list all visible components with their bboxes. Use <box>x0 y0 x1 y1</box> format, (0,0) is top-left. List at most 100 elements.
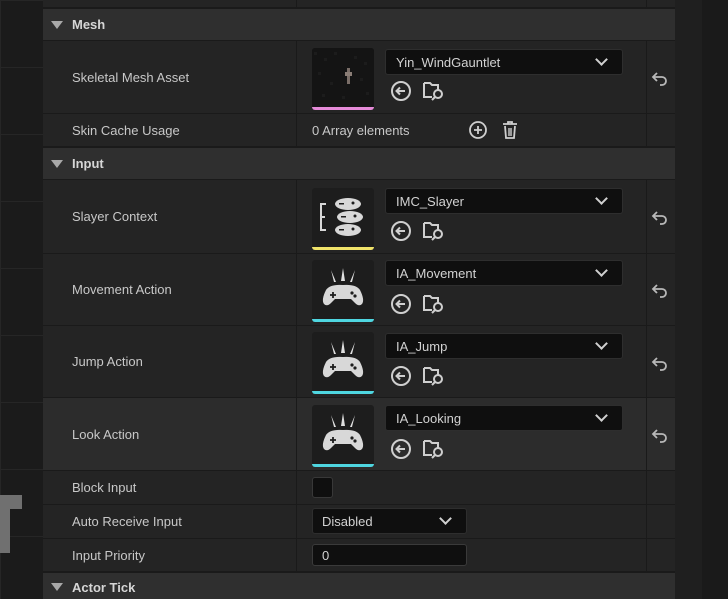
details-scrollbar-area <box>675 0 728 599</box>
reset-arrow-icon[interactable] <box>651 354 669 372</box>
column-divider <box>296 471 297 504</box>
chevron-down-icon <box>595 337 608 350</box>
section-header-input[interactable]: Input <box>43 147 675 180</box>
asset-dropdown[interactable]: IA_Looking <box>385 405 623 431</box>
folder-search-icon <box>423 295 443 314</box>
property-row-block-input: Block Input <box>43 471 675 505</box>
details-panel: Mesh Skeletal Mesh Asset Yin_WindGauntle… <box>43 0 675 599</box>
asset-name: IA_Movement <box>396 265 477 281</box>
property-label: Movement Action <box>72 282 172 297</box>
asset-thumbnail[interactable] <box>312 188 374 250</box>
column-divider-reset <box>646 114 647 146</box>
input-priority-field[interactable]: 0 <box>312 544 467 566</box>
plus-circle-icon <box>469 121 487 139</box>
asset-dropdown[interactable]: IA_Jump <box>385 333 623 359</box>
use-selected-button[interactable] <box>390 293 412 315</box>
property-label: Slayer Context <box>72 209 158 224</box>
property-row-slayer-context: Slayer Context IMC_Slayer <box>43 180 675 254</box>
viewport-object <box>0 495 10 553</box>
arrow-left-circle-icon <box>391 439 411 459</box>
mesh-preview-icon <box>312 48 374 110</box>
column-divider <box>296 505 297 538</box>
browse-button[interactable] <box>422 220 444 242</box>
input-action-icon <box>322 413 364 451</box>
chevron-down-icon <box>595 409 608 422</box>
property-label: Skeletal Mesh Asset <box>72 69 190 85</box>
collapse-triangle-icon[interactable] <box>51 159 63 168</box>
column-divider-reset <box>646 326 647 397</box>
asset-type-bar <box>312 319 374 322</box>
arrow-left-circle-icon <box>391 294 411 314</box>
asset-name: IA_Looking <box>396 410 462 426</box>
property-label: Jump Action <box>72 354 143 369</box>
property-label: Look Action <box>72 426 140 442</box>
property-row-auto-receive-input: Auto Receive Input Disabled <box>43 505 675 539</box>
property-row-jump-action: Jump Action IA_Jump <box>43 326 675 398</box>
asset-thumbnail[interactable] <box>312 260 374 322</box>
folder-search-icon <box>423 82 443 101</box>
asset-type-bar <box>312 107 374 110</box>
column-divider-reset <box>646 539 647 571</box>
column-divider-reset <box>646 471 647 504</box>
use-selected-button[interactable] <box>390 80 412 102</box>
folder-search-icon <box>423 367 443 386</box>
column-divider <box>296 41 297 113</box>
chevron-down-icon <box>595 264 608 277</box>
use-selected-button[interactable] <box>390 438 412 460</box>
column-divider-reset <box>646 505 647 538</box>
collapse-triangle-icon[interactable] <box>51 20 63 29</box>
viewport-object-top <box>10 495 22 509</box>
asset-dropdown[interactable]: IA_Movement <box>385 260 623 286</box>
section-title: Actor Tick <box>72 579 136 595</box>
chevron-down-icon <box>595 53 608 66</box>
column-divider-reset <box>646 254 647 325</box>
arrow-left-circle-icon <box>391 221 411 241</box>
column-divider <box>296 254 297 325</box>
asset-thumbnail[interactable] <box>312 332 374 394</box>
reset-arrow-icon[interactable] <box>651 281 669 299</box>
select-value: Disabled <box>322 513 373 529</box>
input-priority-value: 0 <box>322 547 330 563</box>
viewport-background <box>0 0 43 599</box>
asset-thumbnail[interactable] <box>312 405 374 467</box>
asset-dropdown[interactable]: Yin_WindGauntlet <box>385 49 623 75</box>
use-selected-button[interactable] <box>390 365 412 387</box>
asset-dropdown[interactable]: IMC_Slayer <box>385 188 623 214</box>
property-row-look-action: Look Action IA_Looking <box>43 398 675 471</box>
arrow-left-circle-icon <box>391 366 411 386</box>
reset-arrow-icon[interactable] <box>651 426 669 444</box>
browse-button[interactable] <box>422 438 444 460</box>
asset-type-bar <box>312 464 374 467</box>
column-divider <box>296 0 297 7</box>
block-input-checkbox[interactable] <box>312 477 333 498</box>
trash-icon <box>503 121 517 139</box>
column-divider <box>296 539 297 571</box>
asset-thumbnail[interactable] <box>312 48 374 110</box>
property-row-skeletal-mesh-asset: Skeletal Mesh Asset Yin_WindGauntlet <box>43 41 675 114</box>
asset-name: IA_Jump <box>396 338 448 354</box>
asset-name: IMC_Slayer <box>396 193 464 209</box>
property-label: Block Input <box>72 480 137 495</box>
use-selected-button[interactable] <box>390 220 412 242</box>
auto-receive-input-select[interactable]: Disabled <box>312 508 467 534</box>
clear-elements-button[interactable] <box>499 119 521 141</box>
arrow-left-circle-icon <box>391 81 411 101</box>
browse-button[interactable] <box>422 80 444 102</box>
scrollbar-track[interactable] <box>675 0 702 599</box>
property-label: Auto Receive Input <box>72 514 182 529</box>
asset-type-bar <box>312 247 374 250</box>
add-element-button[interactable] <box>467 119 489 141</box>
reset-arrow-icon[interactable] <box>651 69 669 87</box>
section-header-mesh[interactable]: Mesh <box>43 8 675 41</box>
collapse-triangle-icon[interactable] <box>51 583 63 591</box>
input-mapping-context-icon <box>320 198 363 236</box>
section-header-actor-tick[interactable]: Actor Tick <box>43 572 675 599</box>
reset-arrow-icon[interactable] <box>651 208 669 226</box>
browse-button[interactable] <box>422 293 444 315</box>
chevron-down-icon <box>439 512 452 525</box>
asset-type-bar <box>312 391 374 394</box>
property-label: Input Priority <box>72 547 145 563</box>
section-title: Mesh <box>72 17 106 32</box>
column-divider <box>296 114 297 146</box>
browse-button[interactable] <box>422 365 444 387</box>
